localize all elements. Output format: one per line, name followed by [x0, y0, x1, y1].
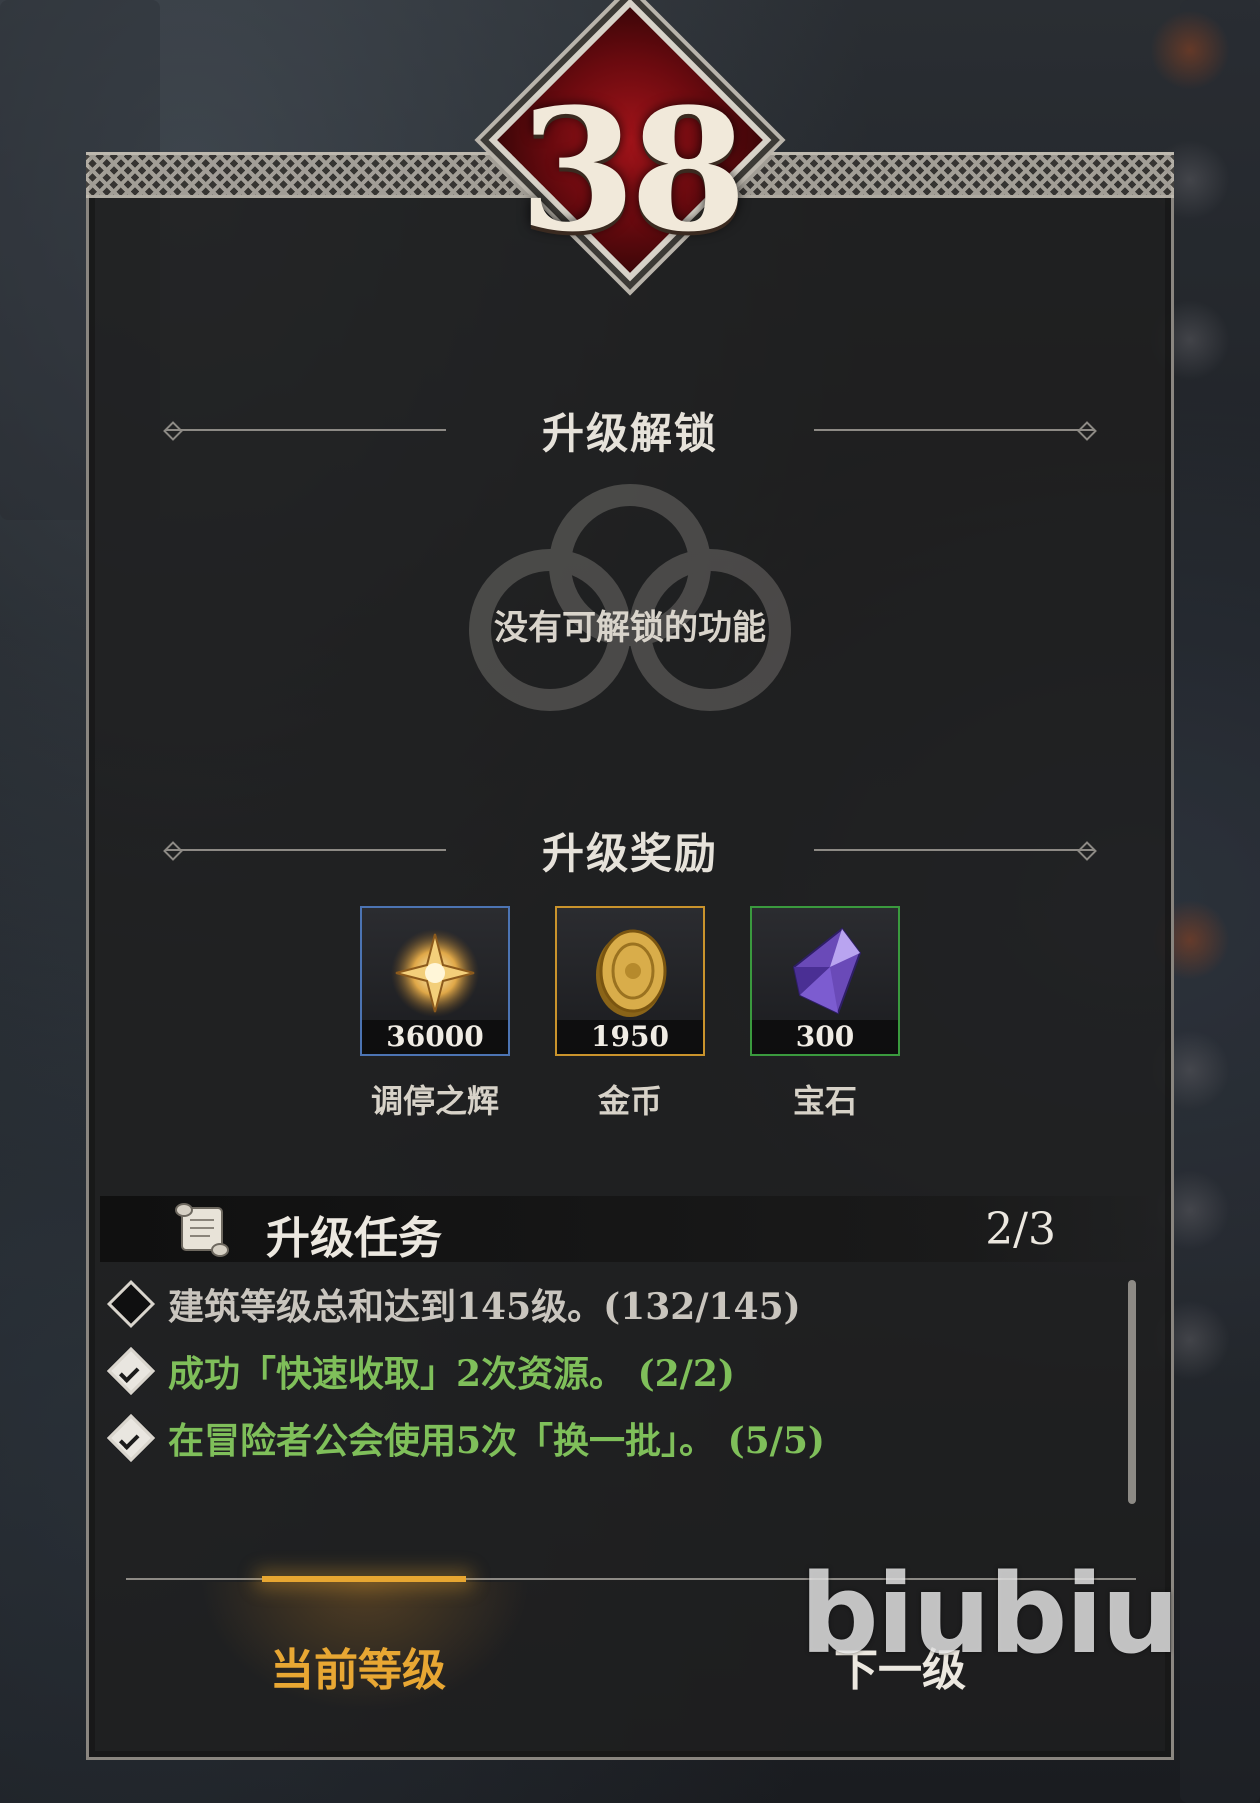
- scroll-icon: [175, 1203, 229, 1257]
- divider-line: [166, 849, 446, 851]
- rewards-title: 升级奖励: [541, 828, 718, 878]
- active-tab-indicator: [262, 1576, 466, 1582]
- task-scrollbar[interactable]: [1128, 1280, 1136, 1504]
- task-item: 成功「快速收取」2次资源。 (2/2): [106, 1337, 1108, 1404]
- watermark-logo: biubiu: [800, 1550, 1180, 1678]
- reward-item[interactable]: 36000 调停之辉: [360, 906, 510, 1122]
- tab-current-level[interactable]: 当前等级: [270, 1634, 446, 1698]
- purple-gem-icon: [792, 927, 862, 1015]
- task-list: 建筑等级总和达到145级。(132/145) 成功「快速收取」2次资源。 (2/…: [106, 1270, 1108, 1471]
- divider-line: [166, 429, 446, 431]
- divider-line: [814, 849, 1094, 851]
- unlock-section-header: 升级解锁: [166, 400, 1094, 460]
- reward-name: 宝石: [792, 1082, 857, 1120]
- tasks-header: 升级任务 2/3: [100, 1196, 1160, 1264]
- tasks-title: 升级任务: [266, 1213, 442, 1264]
- checked-diamond-icon: [106, 1413, 156, 1462]
- level-number: 38: [519, 71, 747, 269]
- task-item: 建筑等级总和达到145级。(132/145): [106, 1270, 1108, 1337]
- task-text: 在冒险者公会使用5次「换一批」。 (5/5): [168, 1419, 825, 1462]
- unlock-title: 升级解锁: [541, 408, 718, 458]
- reward-amount: 36000: [362, 1020, 508, 1054]
- gold-coin-icon: [596, 929, 667, 1017]
- reward-name: 调停之辉: [370, 1082, 499, 1120]
- glow-star-icon: [391, 929, 479, 1017]
- reward-name: 金币: [597, 1082, 662, 1120]
- side-icon-top: [1150, 10, 1230, 90]
- task-item: 在冒险者公会使用5次「换一批」。 (5/5): [106, 1404, 1108, 1471]
- reward-slot[interactable]: 300: [750, 906, 900, 1056]
- reward-amount: 1950: [557, 1020, 703, 1054]
- reward-amount: 300: [752, 1020, 898, 1054]
- task-text: 建筑等级总和达到145级。(132/145): [168, 1285, 801, 1328]
- reward-slot[interactable]: 1950: [555, 906, 705, 1056]
- rewards-section-header: 升级奖励: [166, 820, 1094, 880]
- reward-item[interactable]: 1950 金币: [555, 906, 705, 1122]
- divider-line: [814, 429, 1094, 431]
- task-text: 成功「快速收取」2次资源。 (2/2): [168, 1352, 735, 1395]
- no-unlock-text: 没有可解锁的功能: [494, 608, 766, 648]
- unchecked-diamond-icon: [106, 1279, 156, 1328]
- reward-item[interactable]: 300 宝石: [750, 906, 900, 1122]
- rewards-list: 36000 调停之辉 1950 金币 300 宝石: [360, 906, 900, 1126]
- reward-slot[interactable]: 36000: [360, 906, 510, 1056]
- tasks-progress: 2/3: [985, 1204, 1056, 1255]
- checked-diamond-icon: [106, 1346, 156, 1395]
